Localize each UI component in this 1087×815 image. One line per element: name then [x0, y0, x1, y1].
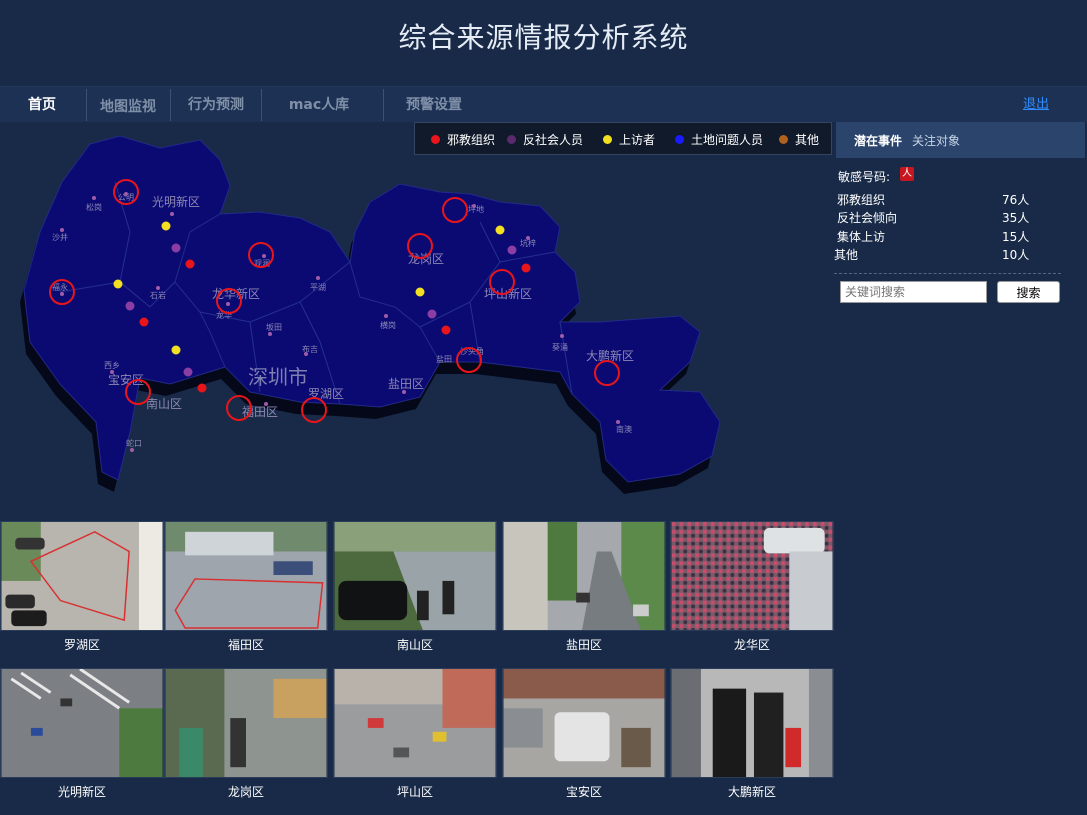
legend-dot: [779, 134, 788, 144]
nav-separator: [383, 89, 384, 121]
camera-image: [0, 521, 164, 631]
camera-image: [670, 668, 834, 778]
nav-item-behavior-predict[interactable]: 行为预测: [176, 87, 256, 123]
legend-item-other[interactable]: 其他: [779, 131, 819, 147]
camera-image: [0, 667, 164, 778]
divider: [834, 273, 1061, 274]
tab-watch-targets[interactable]: 关注对象: [912, 132, 960, 149]
nav-separator: [261, 89, 262, 121]
legend-dot: [507, 134, 516, 144]
camera-image: [502, 668, 666, 778]
svg-text:西乡: 西乡: [104, 361, 120, 370]
svg-text:松岗: 松岗: [86, 202, 102, 212]
legend-item-cult[interactable]: 邪教组织: [431, 131, 495, 147]
tab-potential-events[interactable]: 潜在事件: [854, 132, 902, 149]
person-alert-icon[interactable]: 人: [900, 167, 914, 181]
camera-image: [502, 521, 666, 631]
map-city-label: 深圳市: [248, 365, 308, 389]
camera-feed-nanshan[interactable]: 南山区: [333, 521, 497, 655]
nav-item-home[interactable]: 首页: [14, 87, 70, 123]
svg-text:沙井: 沙井: [52, 232, 68, 242]
side-tabs: 潜在事件 关注对象: [836, 122, 1085, 158]
camera-feed-baoan[interactable]: 宝安区: [502, 668, 666, 802]
keyword-search-input[interactable]: [840, 281, 987, 303]
nav-separator: [170, 89, 171, 121]
svg-text:横岗: 横岗: [380, 320, 396, 330]
svg-text:石岩: 石岩: [150, 290, 166, 300]
camera-feed-longhua[interactable]: 龙华区: [670, 521, 834, 655]
district-map[interactable]: 光明新区 龙岗区 龙华新区 坪山新区 大鹏新区 宝安区 南山区 福田区 罗湖区 …: [0, 122, 834, 520]
legend-item-land-issue[interactable]: 土地问题人员: [675, 131, 763, 147]
nav-item-map-monitor[interactable]: 地图监视: [90, 89, 166, 125]
stat-row: 集体上访 15人: [837, 230, 1030, 244]
svg-text:南澳: 南澳: [616, 424, 632, 434]
svg-text:盐田: 盐田: [436, 354, 452, 364]
side-panel: 潜在事件 关注对象 敏感号码: 人 邪教组织 76人 反社会倾向 35人 集体上…: [834, 122, 1087, 815]
app-header: 综合来源情报分析系统: [0, 0, 1087, 86]
svg-text:布吉: 布吉: [302, 344, 318, 354]
map-legend: 邪教组织 反社会人员 上访者 土地问题人员 其他: [414, 122, 832, 155]
svg-text:坪地: 坪地: [468, 204, 484, 214]
nav-item-alert-settings[interactable]: 预警设置: [394, 87, 474, 123]
legend-dot: [675, 134, 684, 144]
camera-feed-longgang[interactable]: 龙岗区: [164, 668, 328, 802]
nav-separator: [86, 89, 87, 121]
logout-link[interactable]: 退出: [1023, 87, 1049, 123]
legend-dot: [431, 134, 440, 144]
camera-feed-futian[interactable]: 福田区: [164, 521, 328, 655]
camera-feed-guangming[interactable]: 光明新区: [0, 667, 164, 802]
camera-feed-luohu[interactable]: 罗湖区: [0, 521, 164, 655]
map-panel: 光明新区 龙岗区 龙华新区 坪山新区 大鹏新区 宝安区 南山区 福田区 罗湖区 …: [0, 122, 834, 520]
camera-feed-dapeng[interactable]: 大鹏新区: [670, 668, 834, 802]
camera-image: [164, 668, 328, 778]
camera-feed-yantian[interactable]: 盐田区: [502, 521, 666, 655]
stat-row: 邪教组织 76人: [837, 193, 1030, 207]
map-label-nanshan: 南山区: [146, 396, 182, 411]
legend-dot: [603, 134, 612, 144]
svg-text:平湖: 平湖: [310, 283, 326, 292]
sensitive-number-label: 敏感号码:: [838, 170, 891, 184]
map-label-yantian: 盐田区: [388, 377, 424, 391]
app-title: 综合来源情报分析系统: [398, 21, 689, 54]
svg-text:坂田: 坂田: [266, 322, 282, 332]
camera-grid: 罗湖区 福田区 南山区 盐田区 龙华区 光明新区 龙岗区 坪山区 宝安区 大鹏新…: [0, 521, 834, 815]
map-label-longgang: 龙岗区: [408, 252, 444, 266]
svg-text:葵涌: 葵涌: [552, 342, 568, 352]
main-nav: 首页 地图监视 行为预测 mac人库 预警设置 退出: [0, 86, 1087, 122]
legend-item-petitioner[interactable]: 上访者: [603, 131, 655, 147]
stat-row: 反社会倾向 35人: [837, 211, 1030, 225]
camera-image: [333, 668, 497, 778]
svg-text:蛇口: 蛇口: [126, 438, 142, 448]
camera-image: [670, 521, 834, 631]
camera-image: [333, 521, 497, 631]
legend-item-antisocial[interactable]: 反社会人员: [507, 131, 583, 147]
stat-row: 其他 10人: [834, 248, 1030, 262]
nav-item-mac-library[interactable]: mac人库: [274, 87, 364, 123]
camera-image: [164, 521, 328, 631]
camera-feed-pingshan[interactable]: 坪山区: [333, 668, 497, 802]
search-button[interactable]: 搜索: [997, 281, 1060, 303]
map-label-guangming: 光明新区: [152, 194, 200, 209]
